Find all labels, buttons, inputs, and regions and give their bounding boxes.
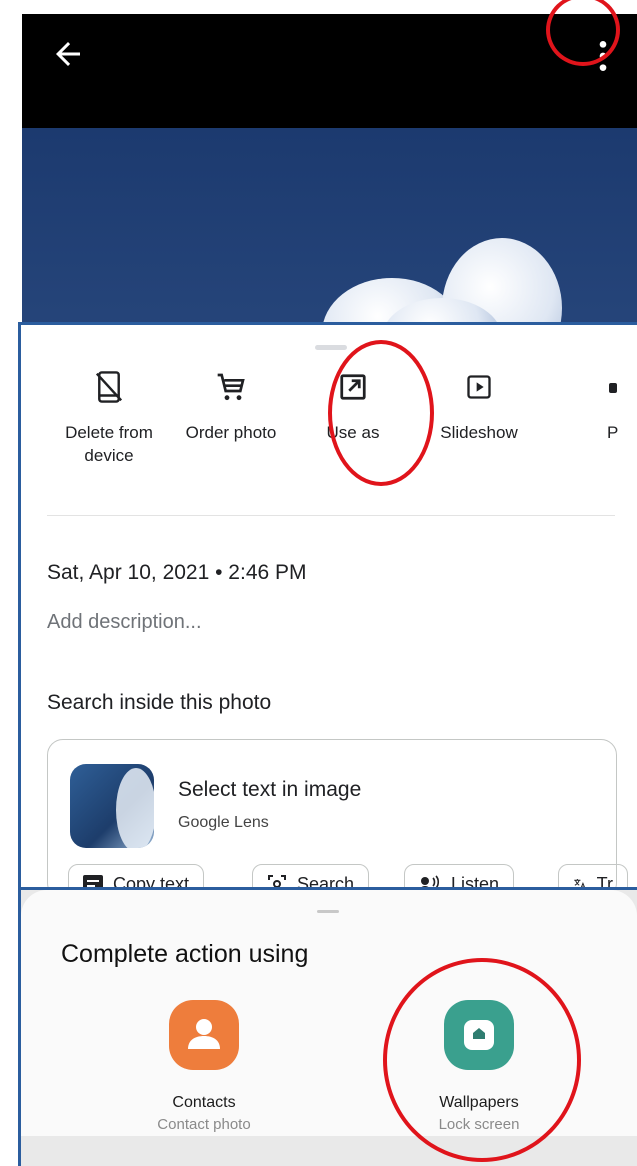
lens-search-icon [268,875,286,888]
highlight-ring-wallpapers [383,958,581,1162]
chip-copy-text[interactable]: Copy text [68,864,205,889]
cart-icon [217,373,245,401]
action-slideshow[interactable]: Slideshow [419,369,539,444]
photo-image[interactable] [22,128,637,334]
action-label: P [607,423,619,442]
chip-translate[interactable]: Tr [558,864,628,888]
photo-thumbnail [70,764,154,848]
chip-search[interactable]: Search [252,864,370,889]
app-name: Contacts [172,1094,236,1111]
arrow-left-icon [56,42,80,66]
action-label: Delete from device [65,423,153,465]
description-input[interactable]: Add description... [47,611,202,634]
drag-handle[interactable] [317,910,339,913]
chip-listen[interactable]: Listen [404,864,515,889]
partial-icon [609,383,617,393]
lens-subtitle: Google Lens [178,814,269,831]
action-partial[interactable]: P [581,369,637,444]
slideshow-icon [467,375,491,399]
sheet-title: Complete action using [61,940,309,968]
photo-viewer [22,14,637,334]
search-section-title: Search inside this photo [47,691,272,714]
chip-label: Search [297,873,355,889]
chip-label: Listen [451,873,500,889]
action-delete-from-device[interactable]: Delete from device [49,369,169,467]
app-contacts[interactable]: Contacts Contact photo [119,1000,289,1133]
action-order-photo[interactable]: Order photo [171,369,291,444]
drag-handle[interactable] [315,345,347,350]
chip-label: Tr [596,873,613,889]
action-label: Order photo [185,423,277,442]
google-lens-card[interactable]: Select text in image Google Lens Copy te… [47,739,628,889]
photo-date: Sat, Apr 10, 2021 • 2:46 PM [47,561,307,584]
action-label: Slideshow [440,423,518,442]
screen: Delete from device Order photo Use as Sl… [0,0,637,1166]
contacts-icon [169,1000,239,1070]
viewer-toolbar [22,14,637,128]
app-subtitle: Contact photo [157,1116,251,1133]
translate-icon [574,879,586,888]
divider [47,515,615,516]
phone-delete-icon [95,371,123,403]
back-button[interactable] [50,36,86,72]
chip-label: Copy text [113,873,190,889]
highlight-ring-use-as [328,340,434,486]
lens-title: Select text in image [178,778,362,801]
